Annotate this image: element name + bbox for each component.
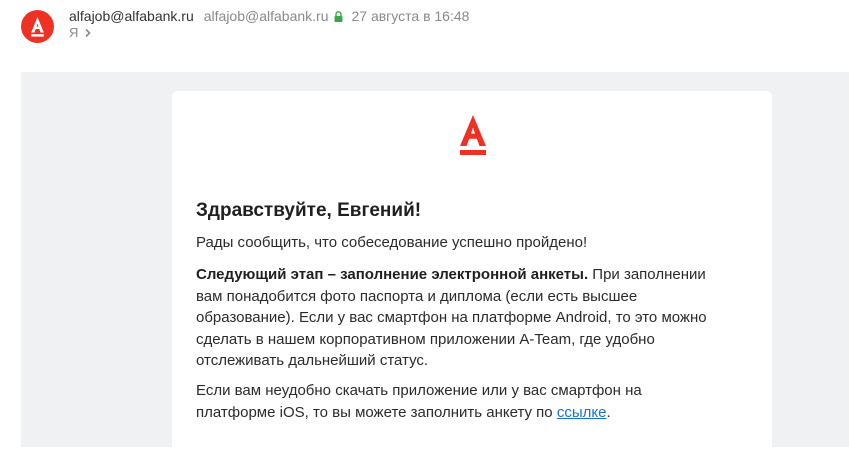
- intro-text: Рады сообщить, что собеседование успешно…: [196, 234, 588, 251]
- intro-paragraph: Рады сообщить, что собеседование успешно…: [196, 232, 756, 254]
- email-header: alfajob@alfabank.ru alfajob@alfabank.ru …: [0, 0, 849, 54]
- next-step-line-3: образование). Если у вас смартфон на пла…: [196, 309, 707, 326]
- email-body-area: Здравствуйте, Евгений! Рады сообщить, чт…: [21, 72, 849, 451]
- sender-email[interactable]: alfajob@alfabank.ru: [204, 7, 329, 25]
- ios-paragraph: Если вам неудобно скачать приложение или…: [196, 380, 756, 423]
- lock-icon: [334, 10, 342, 22]
- sender-line: alfajob@alfabank.ru alfajob@alfabank.ru …: [69, 7, 469, 25]
- questionnaire-link[interactable]: ссылке: [557, 404, 607, 421]
- ios-line-end: .: [606, 403, 611, 421]
- next-step-paragraph: Следующий этап – заполнение электронной …: [196, 264, 756, 372]
- ios-line-1: Если вам неудобно скачать приложение или…: [196, 382, 642, 399]
- next-step-line-2: вам понадобится фото паспорта и диплома …: [196, 287, 638, 305]
- greeting-heading: Здравствуйте, Евгений!: [196, 200, 422, 221]
- email-card: Здравствуйте, Евгений! Рады сообщить, чт…: [172, 91, 772, 451]
- next-step-line-5: отслеживать дальнейший статус.: [196, 352, 429, 369]
- next-step-line-4: сделать в нашем корпоративном приложении…: [196, 330, 655, 348]
- next-step-bold: Следующий этап – заполнение электронной …: [196, 266, 589, 283]
- recipient-name: Я: [69, 25, 79, 40]
- sender-avatar[interactable]: [21, 10, 54, 43]
- sent-date: 27 августа в 16:48: [351, 8, 470, 24]
- alfa-logo-icon: [31, 17, 44, 37]
- sender-name[interactable]: alfajob@alfabank.ru: [69, 7, 194, 25]
- recipient-line[interactable]: Я: [69, 25, 92, 41]
- chevron-right-icon[interactable]: [84, 28, 92, 38]
- ios-line-2: платформе iOS, то вы можете заполнить ан…: [196, 403, 557, 421]
- next-step-line-1: При заполнении: [588, 266, 706, 283]
- alfa-bank-logo: [460, 115, 486, 155]
